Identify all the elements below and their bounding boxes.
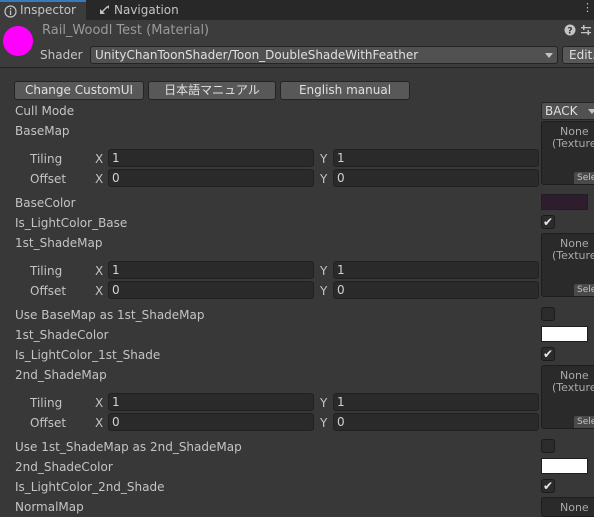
texture-type-text: (Texture) [552, 381, 594, 394]
axis-x-label: X [95, 172, 104, 186]
change-customui-button[interactable]: Change CustomUI [14, 81, 144, 100]
first-shademap-offset-x-field[interactable]: 0 [108, 281, 314, 299]
first-shademap-tiling-x-field[interactable]: 1 [108, 261, 314, 279]
basecolor-label: BaseColor [15, 196, 76, 210]
chevron-down-icon [545, 53, 553, 58]
english-manual-button[interactable]: English manual [280, 81, 410, 100]
first-shadecolor-label: 1st_ShadeColor [15, 328, 109, 342]
material-header: Rail_Woodl Test (Material) ? Shader Unit… [0, 20, 594, 68]
is-lightcolor-1st-toggle[interactable]: ✔ [541, 347, 555, 361]
axis-x-label: X [95, 416, 104, 430]
svg-text:?: ? [567, 27, 572, 37]
use-basemap-as-1st-toggle[interactable] [541, 307, 555, 321]
cull-mode-dropdown[interactable]: BACK [541, 102, 594, 120]
normalmap-label: NormalMap [15, 500, 84, 514]
navigation-icon [100, 5, 109, 14]
second-shademap-tiling-x-field[interactable]: 1 [108, 393, 314, 411]
use-1st-as-2nd-label: Use 1st_ShadeMap as 2nd_ShadeMap [15, 440, 242, 454]
use-1st-as-2nd-toggle[interactable] [541, 439, 555, 453]
preset-icon[interactable] [580, 24, 592, 36]
material-preview-icon [3, 26, 33, 56]
is-lightcolor-1st-label: Is_LightColor_1st_Shade [15, 348, 161, 362]
second-shadecolor-label: 2nd_ShadeColor [15, 460, 113, 474]
texture-select-button[interactable]: Selec [574, 172, 594, 184]
basecolor-swatch[interactable] [541, 194, 588, 210]
offset-label: Offset [30, 284, 67, 298]
help-icon[interactable]: ? [564, 24, 576, 37]
use-basemap-as-1st-label: Use BaseMap as 1st_ShadeMap [15, 308, 205, 322]
cull-mode-value: BACK [545, 104, 578, 118]
second-shademap-offset-x-field[interactable]: 0 [108, 413, 314, 431]
axis-x-label: X [95, 396, 104, 410]
info-icon [4, 5, 17, 18]
first-shademap-offset-y-field[interactable]: 0 [333, 281, 539, 299]
texture-select-button[interactable]: Selec [574, 416, 594, 428]
offset-label: Offset [30, 416, 67, 430]
is-lightcolor-2nd-toggle[interactable]: ✔ [541, 479, 555, 493]
is-lightcolor-base-toggle[interactable]: ✔ [541, 215, 555, 229]
tab-navigation[interactable]: Navigation [94, 0, 194, 20]
basemap-offset-y-field[interactable]: 0 [333, 169, 539, 187]
basemap-offset-x-field[interactable]: 0 [108, 169, 314, 187]
tiling-label: Tiling [30, 396, 63, 410]
axis-y-label: Y [320, 152, 328, 166]
axis-y-label: Y [320, 396, 328, 410]
texture-type-text: (Texture) [552, 249, 594, 262]
second-shademap-offset-y-field[interactable]: 0 [333, 413, 539, 431]
basemap-tiling-y-field[interactable]: 1 [333, 149, 539, 167]
second-shadecolor-swatch[interactable] [541, 458, 588, 474]
checkmark-icon: ✔ [542, 215, 554, 229]
basemap-tiling-x-field[interactable]: 1 [108, 149, 314, 167]
axis-x-label: X [95, 264, 104, 278]
offset-label: Offset [30, 172, 67, 186]
axis-y-label: Y [320, 284, 328, 298]
tiling-label: Tiling [30, 152, 63, 166]
texture-select-button[interactable]: Selec [574, 284, 594, 296]
japanese-manual-button[interactable]: 日本語マニュアル [148, 81, 276, 100]
checkmark-icon: ✔ [542, 347, 554, 361]
is-lightcolor-2nd-label: Is_LightColor_2nd_Shade [15, 480, 165, 494]
checkmark-icon: ✔ [542, 479, 554, 493]
second-shademap-tiling-y-field[interactable]: 1 [333, 393, 539, 411]
basemap-texture-slot[interactable]: None (Texture) Selec [541, 121, 594, 185]
axis-x-label: X [95, 152, 104, 166]
tab-bar: Inspector Navigation ⋮ [0, 0, 594, 20]
tab-label: Inspector [20, 3, 76, 17]
edit-shader-button[interactable]: Edit... [562, 46, 594, 64]
axis-y-label: Y [320, 172, 328, 186]
tiling-label: Tiling [30, 264, 63, 278]
axis-y-label: Y [320, 264, 328, 278]
chevron-down-icon [588, 109, 594, 114]
tab-inspector[interactable]: Inspector [0, 0, 86, 20]
axis-x-label: X [95, 284, 104, 298]
material-title: Rail_Woodl Test (Material) [42, 23, 210, 38]
shader-dropdown[interactable]: UnityChanToonShader/Toon_DoubleShadeWith… [90, 46, 558, 64]
cull-mode-label: Cull Mode [15, 104, 75, 118]
axis-y-label: Y [320, 416, 328, 430]
tab-menu-icon[interactable]: ⋮ [582, 2, 593, 14]
shader-label: Shader [40, 48, 83, 62]
tab-label: Navigation [114, 3, 179, 17]
shader-value: UnityChanToonShader/Toon_DoubleShadeWith… [95, 48, 419, 62]
texture-none-text: None [560, 501, 589, 514]
texture-type-text: (Texture) [552, 137, 594, 150]
first-shadecolor-swatch[interactable] [541, 326, 588, 342]
first-shademap-tiling-y-field[interactable]: 1 [333, 261, 539, 279]
second-shademap-label: 2nd_ShadeMap [15, 368, 107, 382]
first-shademap-texture-slot[interactable]: None (Texture) Selec [541, 233, 594, 297]
is-lightcolor-base-label: Is_LightColor_Base [15, 216, 128, 230]
normalmap-texture-slot[interactable]: None [541, 497, 594, 517]
first-shademap-label: 1st_ShadeMap [15, 236, 103, 250]
second-shademap-texture-slot[interactable]: None (Texture) Selec [541, 365, 594, 429]
basemap-label: BaseMap [15, 124, 70, 138]
